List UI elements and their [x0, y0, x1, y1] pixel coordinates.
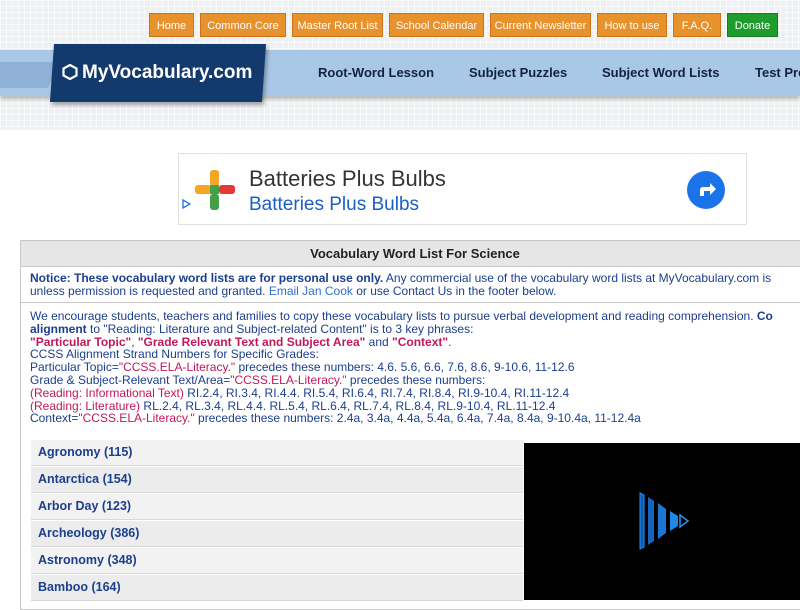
period-text: .: [448, 334, 452, 349]
video-player[interactable]: [524, 443, 800, 600]
list-item-antarctica[interactable]: Antarctica (154): [31, 467, 523, 493]
phrase-context: "Context": [392, 334, 449, 349]
site-logo[interactable]: MyVocabulary.com: [62, 58, 252, 88]
nav-how-to-use-button[interactable]: How to use: [597, 13, 667, 37]
hexagon-icon: [62, 64, 78, 80]
ctx-numbers: precedes these numbers: 2.4a, 3.4a, 4.4a…: [194, 411, 641, 426]
nav-common-core-button[interactable]: Common Core: [200, 13, 286, 37]
top-nav: Home Common Core Master Root List School…: [0, 13, 800, 37]
list-item-astronomy[interactable]: Astronomy (348): [31, 548, 523, 574]
notice-bold: Notice: These vocabulary word lists are …: [30, 271, 384, 285]
ad-choices-icon[interactable]: [181, 199, 191, 209]
notice-text-3: or use Contact Us in the footer below.: [352, 284, 557, 298]
nav-test-prep[interactable]: Test Pre: [755, 50, 800, 96]
plus-cross-icon: [195, 170, 235, 210]
arrow-turn-icon: [700, 183, 716, 196]
advertisement[interactable]: Batteries Plus Bulbs Batteries Plus Bulb…: [178, 153, 747, 225]
nav-root-word-lesson[interactable]: Root-Word Lesson: [318, 50, 434, 96]
email-jan-cook-link[interactable]: Email Jan Cook: [269, 284, 353, 298]
ad-action-button[interactable]: [687, 171, 725, 209]
nav-subject-puzzles[interactable]: Subject Puzzles: [469, 50, 567, 96]
usage-notice: Notice: These vocabulary word lists are …: [21, 267, 800, 303]
list-item-arbor-day[interactable]: Arbor Day (123): [31, 494, 523, 520]
nav-donate-button[interactable]: Donate: [727, 13, 778, 37]
nav-master-root-list-button[interactable]: Master Root List: [292, 13, 383, 37]
ctx-label: Context=: [30, 411, 79, 426]
ccss-info: We encourage students, teachers and fami…: [21, 303, 800, 432]
list-item-archeology[interactable]: Archeology (386): [31, 521, 523, 547]
list-item-bamboo[interactable]: Bamboo (164): [31, 575, 523, 601]
notice-text-2: unless permission is requested and grant…: [30, 284, 266, 298]
nav-home-button[interactable]: Home: [149, 13, 194, 37]
ad-subtitle[interactable]: Batteries Plus Bulbs: [249, 194, 419, 216]
ad-title: Batteries Plus Bulbs: [249, 166, 446, 191]
video-player-icon: [639, 492, 690, 550]
nav-subject-word-lists[interactable]: Subject Word Lists: [602, 50, 720, 96]
nav-faq-button[interactable]: F.A.Q.: [673, 13, 721, 37]
nav-current-newsletter-button[interactable]: Current Newsletter: [490, 13, 591, 37]
encourage-bold: Co: [756, 309, 773, 323]
nav-school-calendar-button[interactable]: School Calendar: [389, 13, 484, 37]
word-list-links: Agronomy (115) Antarctica (154) Arbor Da…: [31, 440, 523, 602]
ctx-code: "CCSS.ELA-Literacy.": [78, 411, 195, 426]
notice-text: Any commercial use of the vocabulary wor…: [383, 271, 772, 285]
panel-title: Vocabulary Word List For Science: [21, 241, 800, 267]
logo-text: MyVocabulary.com: [82, 62, 253, 83]
and-text: and: [365, 334, 393, 349]
list-item-agronomy[interactable]: Agronomy (115): [31, 440, 523, 466]
